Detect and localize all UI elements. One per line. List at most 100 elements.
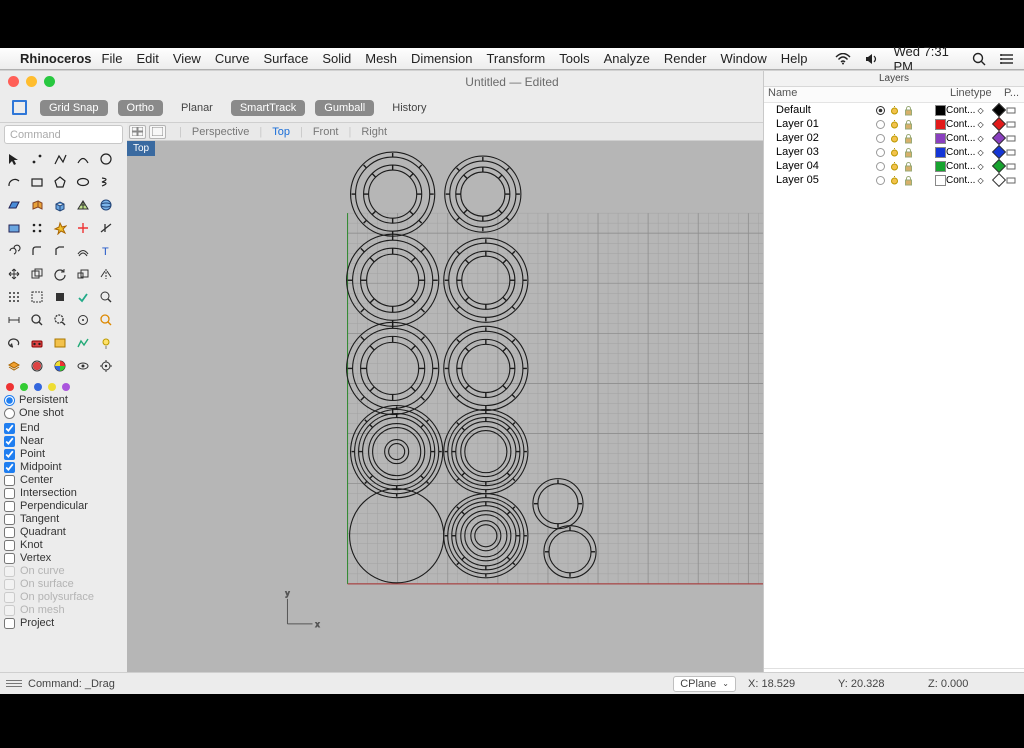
- layer-row[interactable]: Layer 03 Cont...◇: [764, 145, 1024, 159]
- layer-print-width-icon[interactable]: [1006, 161, 1016, 171]
- layer-print-width-icon[interactable]: [1006, 105, 1016, 115]
- layer-linetype[interactable]: Cont...◇: [946, 147, 994, 158]
- smarttrack-toggle[interactable]: SmartTrack: [231, 100, 305, 116]
- tool-pan[interactable]: [73, 310, 93, 330]
- window-close-button[interactable]: [8, 76, 19, 87]
- tool-rectangle[interactable]: [27, 172, 47, 192]
- osnap-quadrant[interactable]: Quadrant: [4, 526, 123, 538]
- layer-lock-icon[interactable]: [903, 161, 914, 172]
- view-tab-top[interactable]: Top: [272, 126, 290, 138]
- tool-zoom[interactable]: [27, 310, 47, 330]
- tool-mesh[interactable]: [73, 195, 93, 215]
- menu-edit[interactable]: Edit: [136, 51, 158, 66]
- layer-visible-icon[interactable]: [889, 105, 900, 116]
- tool-join[interactable]: [4, 241, 24, 261]
- window-minimize-button[interactable]: [26, 76, 37, 87]
- layer-print-color[interactable]: [992, 117, 1006, 131]
- osnap-intersection[interactable]: Intersection: [4, 487, 123, 499]
- layer-print-width-icon[interactable]: [1006, 133, 1016, 143]
- app-name[interactable]: Rhinoceros: [20, 51, 92, 66]
- volume-icon[interactable]: [865, 53, 879, 65]
- layer-print-width-icon[interactable]: [1006, 175, 1016, 185]
- layers-col-name[interactable]: Name: [764, 87, 876, 102]
- menu-analyze[interactable]: Analyze: [604, 51, 650, 66]
- layers-col-linetype[interactable]: Linetype: [950, 87, 1004, 102]
- menu-solid[interactable]: Solid: [322, 51, 351, 66]
- tool-point[interactable]: [27, 149, 47, 169]
- tool-light[interactable]: [96, 333, 116, 353]
- layer-linetype[interactable]: Cont...◇: [946, 105, 994, 116]
- layer-row[interactable]: Layer 04 Cont...◇: [764, 159, 1024, 173]
- tool-surface[interactable]: [4, 195, 24, 215]
- osnap-tangent[interactable]: Tangent: [4, 513, 123, 525]
- osnap-vertex[interactable]: Vertex: [4, 552, 123, 564]
- layer-current-icon[interactable]: [875, 105, 886, 116]
- tool-zoom-window[interactable]: [96, 287, 116, 307]
- layer-linetype[interactable]: Cont...◇: [946, 133, 994, 144]
- tool-shade[interactable]: [50, 333, 70, 353]
- layer-visible-icon[interactable]: [889, 133, 900, 144]
- layer-linetype[interactable]: Cont...◇: [946, 175, 994, 186]
- osnap-center[interactable]: Center: [4, 474, 123, 486]
- gridsnap-toggle[interactable]: Grid Snap: [40, 100, 108, 116]
- tool-arc[interactable]: [4, 172, 24, 192]
- tool-ellipse[interactable]: [73, 172, 93, 192]
- osnap-project[interactable]: Project: [4, 617, 123, 629]
- tool-trim[interactable]: [73, 218, 93, 238]
- layer-print-width-icon[interactable]: [1006, 147, 1016, 157]
- tool-group[interactable]: [27, 287, 47, 307]
- menu-render[interactable]: Render: [664, 51, 707, 66]
- view-tab-right[interactable]: Right: [361, 126, 387, 138]
- tool-explode[interactable]: [50, 218, 70, 238]
- layer-color-swatch[interactable]: [935, 161, 946, 172]
- tool-sphere[interactable]: [96, 195, 116, 215]
- layer-visible-icon[interactable]: [889, 147, 900, 158]
- viewport-layout-4[interactable]: [129, 125, 146, 139]
- tool-pointer[interactable]: [4, 149, 24, 169]
- tool-curve[interactable]: [73, 149, 93, 169]
- tool-check[interactable]: [73, 287, 93, 307]
- tool-polygon[interactable]: [50, 172, 70, 192]
- menu-dimension[interactable]: Dimension: [411, 51, 472, 66]
- layer-print-width-icon[interactable]: [1006, 119, 1016, 129]
- layer-lock-icon[interactable]: [903, 147, 914, 158]
- layer-color-swatch[interactable]: [935, 147, 946, 158]
- tool-move[interactable]: [4, 264, 24, 284]
- tool-extrude[interactable]: [27, 195, 47, 215]
- tool-offset[interactable]: [73, 241, 93, 261]
- viewport-layout-1[interactable]: [149, 125, 166, 139]
- menu-tools[interactable]: Tools: [559, 51, 589, 66]
- menu-extra-icon[interactable]: [1000, 53, 1014, 65]
- osnap-end[interactable]: End: [4, 422, 123, 434]
- menu-file[interactable]: File: [102, 51, 123, 66]
- status-menu-icon[interactable]: [6, 680, 22, 687]
- tool-zoom-extents[interactable]: [50, 310, 70, 330]
- layer-color-swatch[interactable]: [935, 119, 946, 130]
- tool-render[interactable]: [27, 333, 47, 353]
- tool-box[interactable]: [50, 195, 70, 215]
- layer-row[interactable]: Default Cont...◇: [764, 103, 1024, 117]
- planar-toggle[interactable]: Planar: [173, 100, 221, 116]
- osnap-knot[interactable]: Knot: [4, 539, 123, 551]
- history-toggle[interactable]: History: [384, 100, 434, 116]
- tool-fillet[interactable]: [27, 241, 47, 261]
- spotlight-icon[interactable]: [972, 52, 986, 66]
- osnap-oneshot[interactable]: One shot: [4, 407, 64, 419]
- tool-mirror[interactable]: [96, 264, 116, 284]
- tool-text[interactable]: T: [96, 241, 116, 261]
- tool-rotate[interactable]: [50, 264, 70, 284]
- cplane-dropdown[interactable]: CPlane⌄: [673, 676, 736, 692]
- tool-properties[interactable]: [27, 356, 47, 376]
- layer-lock-icon[interactable]: [903, 105, 914, 116]
- view-tab-perspective[interactable]: Perspective: [192, 126, 249, 138]
- layer-lock-icon[interactable]: [903, 119, 914, 130]
- layer-color-swatch[interactable]: [935, 133, 946, 144]
- layer-visible-icon[interactable]: [889, 119, 900, 130]
- layer-current-icon[interactable]: [875, 161, 886, 172]
- layer-color-swatch[interactable]: [935, 175, 946, 186]
- osnap-near[interactable]: Near: [4, 435, 123, 447]
- tool-scale[interactable]: [73, 264, 93, 284]
- layer-print-color[interactable]: [992, 159, 1006, 173]
- layer-current-icon[interactable]: [875, 175, 886, 186]
- menu-surface[interactable]: Surface: [264, 51, 309, 66]
